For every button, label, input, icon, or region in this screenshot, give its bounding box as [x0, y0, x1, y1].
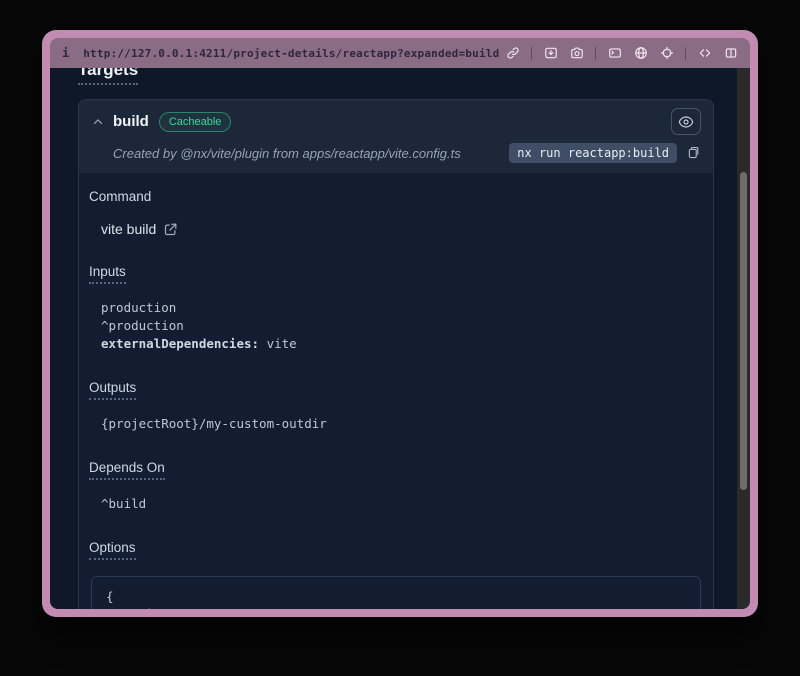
target-card-build: build Cacheable Created by @nx/vite/plug…	[78, 99, 714, 609]
browser-toolbar: i http://127.0.0.1:4211/project-details/…	[50, 38, 750, 68]
camera-icon[interactable]	[569, 46, 584, 61]
input-item: production	[101, 299, 703, 317]
toolbar-icon-group	[505, 46, 738, 61]
download-icon[interactable]	[543, 46, 558, 61]
view-target-build-button[interactable]	[671, 108, 701, 135]
options-section-label: Options	[89, 540, 703, 560]
output-item: {projectRoot}/my-custom-outdir	[101, 415, 703, 433]
desktop-background: i http://127.0.0.1:4211/project-details/…	[0, 0, 800, 676]
terminal-icon[interactable]	[607, 46, 622, 61]
code-icon[interactable]	[697, 46, 712, 61]
copy-icon[interactable]	[685, 145, 701, 161]
inputs-section-label: Inputs	[89, 264, 703, 284]
browser-window: i http://127.0.0.1:4211/project-details/…	[42, 30, 758, 617]
input-item: ^production	[101, 317, 703, 335]
depends-on-section-label: Depends On	[89, 460, 703, 480]
url-text[interactable]: http://127.0.0.1:4211/project-details/re…	[83, 47, 499, 60]
code-line: "cwd": "apps/reactapp"	[106, 605, 686, 609]
globe-icon[interactable]	[633, 46, 648, 61]
window-frame: i http://127.0.0.1:4211/project-details/…	[50, 38, 750, 609]
outputs-section-label: Outputs	[89, 380, 703, 400]
toolbar-separator	[531, 47, 532, 60]
target-name-build[interactable]: build	[113, 113, 149, 130]
depends-on-list: ^build	[101, 495, 703, 513]
chevron-up-icon[interactable]	[91, 115, 105, 129]
build-card-body: Command vite build Inputs production	[79, 173, 713, 609]
split-panel-icon[interactable]	[723, 46, 738, 61]
command-section-label: Command	[89, 189, 703, 204]
command-value: vite build	[101, 221, 156, 237]
link-icon[interactable]	[505, 46, 520, 61]
input-item: externalDependencies: vite	[101, 335, 703, 353]
depends-on-item: ^build	[101, 495, 703, 513]
page-title: Targets	[78, 68, 714, 85]
toolbar-separator	[595, 47, 596, 60]
page-content: Targets build Cacheable	[50, 68, 750, 609]
cacheable-badge: Cacheable	[159, 112, 232, 132]
build-card-header: build Cacheable Created by @nx/vite/plug…	[79, 100, 713, 173]
scrollbar-thumb[interactable]	[740, 172, 747, 490]
toolbar-separator	[685, 47, 686, 60]
options-code-block: { "cwd": "apps/reactapp" }	[91, 576, 701, 609]
code-line: {	[106, 588, 686, 605]
scrollbar-track[interactable]	[737, 68, 750, 609]
outputs-list: {projectRoot}/my-custom-outdir	[101, 415, 703, 433]
inputs-list: production ^production externalDependenc…	[101, 299, 703, 353]
command-value-row: vite build	[101, 221, 703, 237]
info-icon[interactable]: i	[62, 46, 69, 60]
external-link-icon[interactable]	[163, 222, 178, 237]
crosshair-icon[interactable]	[659, 46, 674, 61]
run-command-chip: nx run reactapp:build	[509, 143, 677, 163]
created-by-text: Created by @nx/vite/plugin from apps/rea…	[113, 146, 461, 161]
